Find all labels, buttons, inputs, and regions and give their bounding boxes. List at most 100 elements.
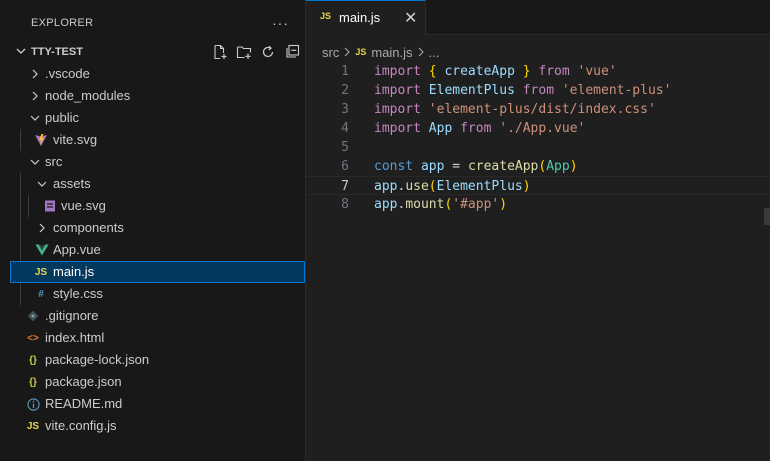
- tree-item-public[interactable]: public: [0, 107, 306, 129]
- tree-item-app-vue[interactable]: App.vue: [0, 239, 306, 261]
- tree-item-index-html[interactable]: <> index.html: [0, 327, 306, 349]
- tree-item-label: .vscode: [45, 66, 90, 81]
- tree-item-label: public: [45, 110, 79, 125]
- js-icon: JS: [320, 11, 332, 21]
- chevron-down-icon: [28, 111, 42, 125]
- js-icon: JS: [355, 47, 367, 57]
- line-number: 7: [341, 179, 349, 194]
- breadcrumb-item-main-js[interactable]: main.js: [371, 45, 412, 60]
- more-actions-icon[interactable]: ···: [272, 15, 289, 31]
- tree-item-label: src: [45, 154, 63, 169]
- tree-item-label: vue.svg: [61, 198, 106, 213]
- tree-item-label: vite.config.js: [45, 418, 117, 433]
- tree-item-label: package.json: [45, 374, 122, 389]
- tree-item-label: README.md: [45, 396, 123, 411]
- code-text: import 'element-plus/dist/index.css': [374, 102, 656, 117]
- breadcrumb-item-src[interactable]: src: [322, 45, 339, 60]
- tree-item-label: index.html: [45, 330, 105, 345]
- tree-item-package-json[interactable]: {} package.json: [0, 371, 306, 393]
- code-line[interactable]: 3 import 'element-plus/dist/index.css': [306, 100, 770, 119]
- tree-item-package-lock-json[interactable]: {} package-lock.json: [0, 349, 306, 371]
- tree-item-label: components: [53, 220, 124, 235]
- code-line[interactable]: 7 app.use(ElementPlus): [306, 176, 770, 195]
- tree-item-style-css[interactable]: # style.css: [0, 283, 306, 305]
- tree-item-vite-config-js[interactable]: JS vite.config.js: [0, 415, 306, 437]
- code-line[interactable]: 2 import ElementPlus from 'element-plus': [306, 81, 770, 100]
- editor-area: JS main.js ✕ src JS main.js ... 1 import …: [306, 0, 770, 461]
- chevron-right-icon: [35, 221, 49, 235]
- line-number: 2: [341, 83, 349, 98]
- line-number: 8: [341, 197, 349, 212]
- code-text: const app = createApp(App): [374, 159, 578, 174]
- tree-item-assets[interactable]: assets: [0, 173, 306, 195]
- tree-item-label: main.js: [53, 264, 95, 279]
- new-file-icon[interactable]: [211, 43, 229, 61]
- json-icon: {}: [29, 354, 37, 366]
- html-icon: <>: [27, 332, 39, 344]
- explorer-sidebar: EXPLORER ··· TTY-TEST .vscode node_modul…: [0, 0, 306, 461]
- explorer-actions: [211, 43, 301, 61]
- line-number: 5: [341, 140, 349, 155]
- breadcrumb-item-more[interactable]: ...: [429, 45, 440, 60]
- code-line[interactable]: 1 import { createApp } from 'vue': [306, 62, 770, 81]
- code-line[interactable]: 5: [306, 138, 770, 157]
- chevron-right-icon: [28, 67, 42, 81]
- tree-item-label: node_modules: [45, 88, 131, 103]
- js-icon: JS: [34, 266, 48, 278]
- close-icon[interactable]: ✕: [404, 8, 417, 28]
- chevron-down-icon: [35, 177, 49, 191]
- tab-label: main.js: [339, 10, 381, 25]
- explorer-title: EXPLORER: [31, 17, 94, 29]
- scrollbar[interactable]: [764, 208, 770, 225]
- code-text: import App from './App.vue': [374, 121, 586, 136]
- chevron-right-icon: [417, 45, 425, 60]
- tree-item-node-modules[interactable]: node_modules: [0, 85, 306, 107]
- tree-item-main-js[interactable]: JS main.js: [10, 261, 305, 283]
- tree-item-gitignore[interactable]: .gitignore: [0, 305, 306, 327]
- workspace-root-label: TTY-TEST: [31, 46, 83, 58]
- tree-item-label: .gitignore: [45, 308, 99, 323]
- info-icon: [26, 397, 40, 411]
- tree-item-readme-md[interactable]: README.md: [0, 393, 306, 415]
- tree-item-label: App.vue: [53, 242, 101, 257]
- refresh-icon[interactable]: [259, 43, 277, 61]
- chevron-right-icon: [28, 89, 42, 103]
- breadcrumb: src JS main.js ...: [322, 43, 439, 61]
- line-number: 3: [341, 102, 349, 117]
- line-number: 4: [341, 121, 349, 136]
- tree-item-label: vite.svg: [53, 132, 98, 147]
- tree-item-vscode[interactable]: .vscode: [0, 63, 306, 85]
- code-line[interactable]: 8 app.mount('#app'): [306, 195, 770, 214]
- js-icon: JS: [26, 420, 40, 432]
- svg-icon: [43, 199, 57, 213]
- css-icon: #: [38, 288, 44, 300]
- explorer-header: EXPLORER ···: [0, 0, 305, 46]
- tab-main-js[interactable]: JS main.js ✕: [306, 0, 426, 35]
- chevron-right-icon: [343, 45, 351, 60]
- tree-item-label: package-lock.json: [45, 352, 150, 367]
- line-number: 6: [341, 159, 349, 174]
- code-text: app.mount('#app'): [374, 197, 508, 212]
- vue-icon: [35, 243, 49, 257]
- tree-item-components[interactable]: components: [0, 217, 306, 239]
- workspace-root[interactable]: TTY-TEST: [0, 41, 306, 63]
- tree-item-label: style.css: [53, 286, 103, 301]
- tree-item-label: assets: [53, 176, 91, 191]
- tree-item-src[interactable]: src: [0, 151, 306, 173]
- code-line[interactable]: 6 const app = createApp(App): [306, 157, 770, 176]
- json-icon: {}: [29, 376, 37, 388]
- tab-bar: JS main.js ✕: [306, 0, 770, 35]
- chevron-down-icon: [14, 44, 28, 61]
- code-text: app.use(ElementPlus): [374, 179, 531, 194]
- chevron-down-icon: [28, 155, 42, 169]
- line-number: 1: [341, 64, 349, 79]
- tree-item-vue-svg[interactable]: vue.svg: [0, 195, 306, 217]
- collapse-all-icon[interactable]: [283, 43, 301, 61]
- git-icon: [26, 309, 40, 323]
- new-folder-icon[interactable]: [235, 43, 253, 61]
- tree-item-vite-svg[interactable]: vite.svg: [0, 129, 306, 151]
- code-line[interactable]: 4 import App from './App.vue': [306, 119, 770, 138]
- vite-icon: [34, 133, 48, 147]
- code-text: import ElementPlus from 'element-plus': [374, 83, 672, 98]
- code-text: import { createApp } from 'vue': [374, 64, 617, 79]
